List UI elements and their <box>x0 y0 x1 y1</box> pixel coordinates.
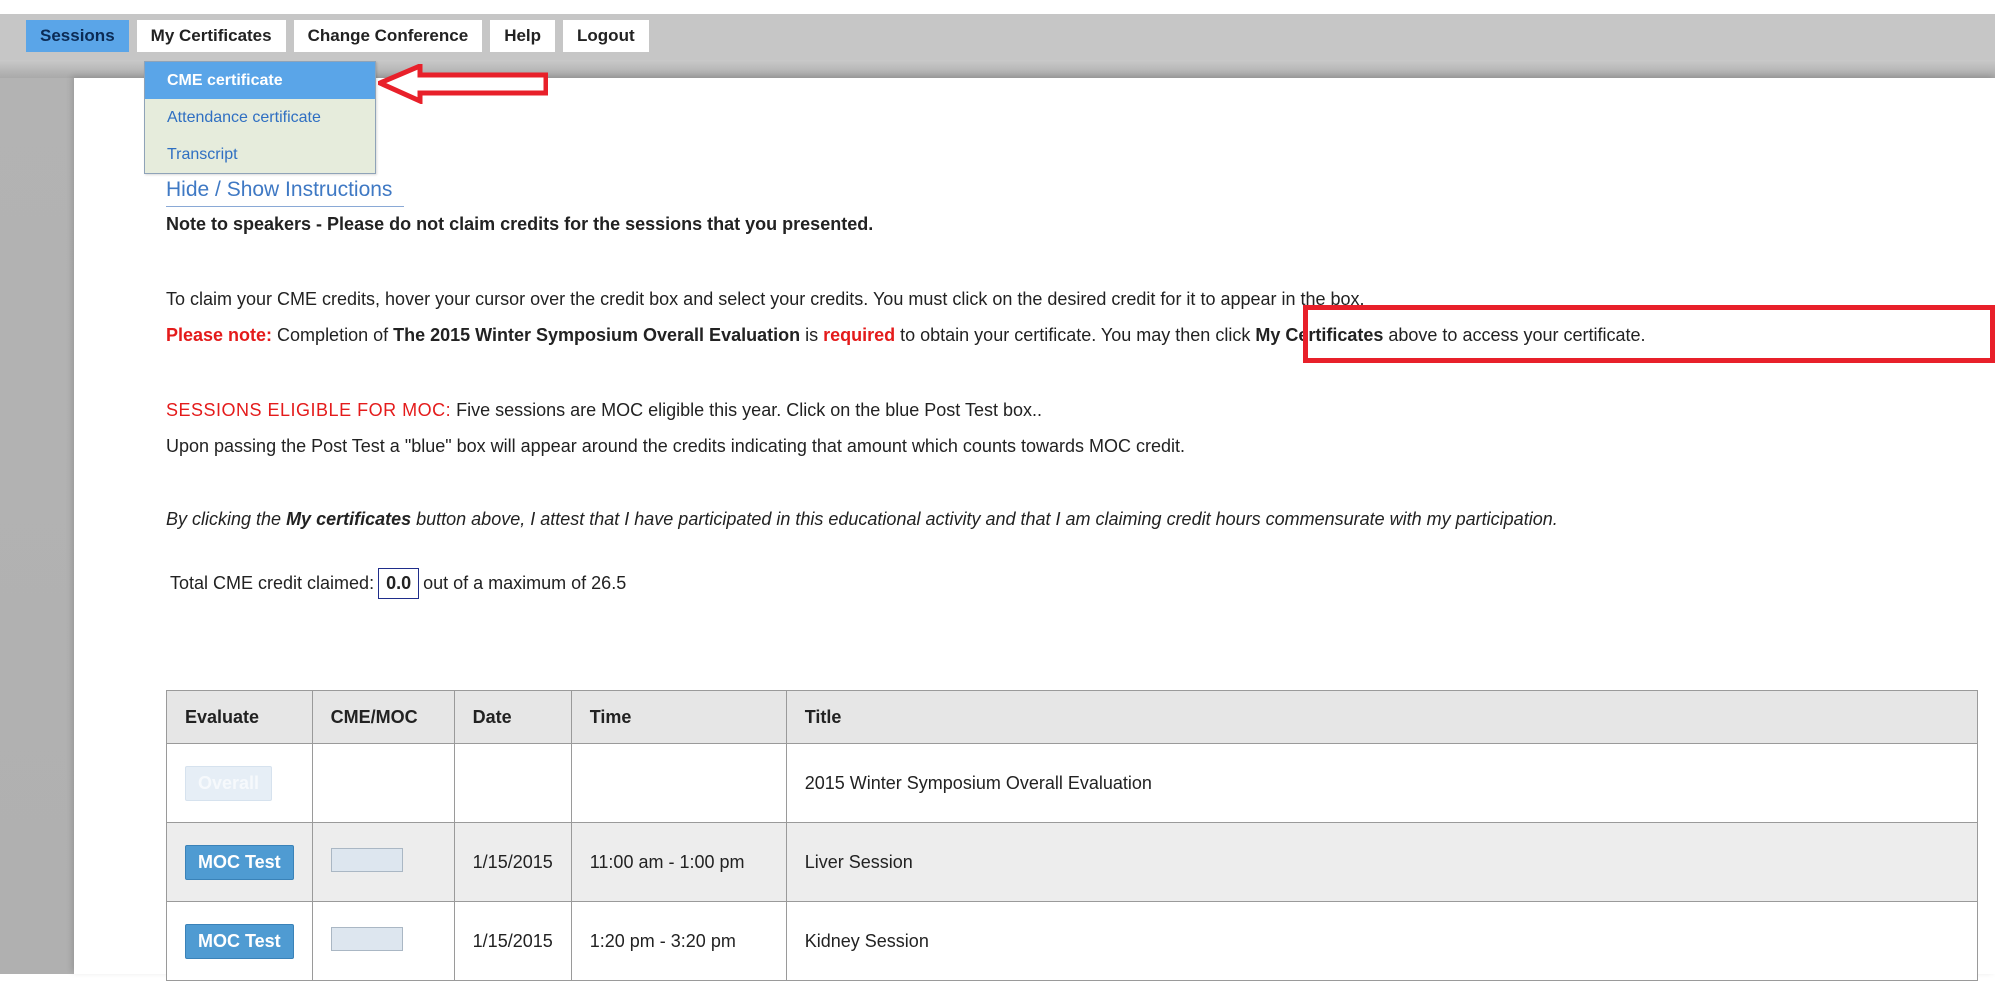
time-cell <box>570 743 787 823</box>
header-date: Date <box>453 690 572 744</box>
please-note-text-1: Completion of <box>272 325 394 345</box>
date-cell: 1/15/2015 <box>453 901 572 981</box>
total-credit-value: 0.0 <box>378 568 420 599</box>
moc-label: SESSIONS ELIGIBLE FOR MOC: <box>166 400 452 420</box>
cme-moc-cell <box>311 743 455 823</box>
title-cell: Kidney Session <box>785 901 1978 981</box>
nav-my-certificates[interactable]: My Certificates <box>136 20 286 52</box>
total-suffix: out of a maximum of 26.5 <box>423 573 627 593</box>
moc-eligible-line: SESSIONS ELIGIBLE FOR MOC: Five sessions… <box>166 400 1042 421</box>
title-cell: Liver Session <box>785 822 1978 902</box>
moc-test-button[interactable]: MOC Test <box>185 923 294 959</box>
table-row: MOC Test 1/15/2015 1:20 pm - 3:20 pm Kid… <box>166 901 1978 981</box>
cme-moc-cell <box>311 822 455 902</box>
sessions-table: Evaluate CME/MOC Date Time Title Overall… <box>166 690 1978 981</box>
total-credit-line: Total CME credit claimed: 0.0 out of a max… <box>170 568 626 599</box>
attest-bold: My certificates <box>286 509 412 529</box>
cme-moc-cell <box>311 901 455 981</box>
evaluate-cell: MOC Test <box>166 901 313 981</box>
table-header-row: Evaluate CME/MOC Date Time Title <box>166 690 1978 744</box>
evaluate-cell: Overall <box>166 743 313 823</box>
menu-item-cme-certificate[interactable]: CME certificate <box>145 62 375 99</box>
header-time: Time <box>570 690 787 744</box>
nav-sessions[interactable]: Sessions <box>26 20 129 52</box>
certificates-dropdown: CME certificate Attendance certificate T… <box>144 61 376 174</box>
credit-select-box[interactable] <box>330 926 403 951</box>
time-cell: 1:20 pm - 3:20 pm <box>570 901 787 981</box>
date-cell <box>453 743 572 823</box>
claim-instructions: To claim your CME credits, hover your cu… <box>166 289 1365 309</box>
header-title: Title <box>785 690 1978 744</box>
please-note-text-2: is <box>800 325 824 345</box>
red-arrow-annotation-icon <box>378 64 548 104</box>
time-cell: 11:00 am - 1:00 pm <box>570 822 787 902</box>
overall-evaluation-button[interactable]: Overall <box>185 765 273 801</box>
attestation-text: By clicking the My certificates button a… <box>166 509 1558 530</box>
table-row: Overall 2015 Winter Symposium Overall Ev… <box>166 743 1978 823</box>
please-note-label: Please note: <box>166 325 273 345</box>
nav-change-conference[interactable]: Change Conference <box>293 20 483 52</box>
top-edge <box>0 0 1995 14</box>
credit-select-box[interactable] <box>330 847 403 872</box>
evaluate-cell: MOC Test <box>166 822 313 902</box>
header-evaluate: Evaluate <box>166 690 313 744</box>
please-note-text-3: to obtain your certificate. <box>895 325 1101 345</box>
red-highlight-annotation <box>1303 305 1995 363</box>
top-nav: Sessions My Certificates Change Conferen… <box>26 20 649 52</box>
nav-help[interactable]: Help <box>490 20 556 52</box>
table-row: MOC Test 1/15/2015 11:00 am - 1:00 pm Li… <box>166 822 1978 902</box>
hide-show-instructions-link[interactable]: Hide / Show Instructions <box>166 178 392 202</box>
moc-test-button[interactable]: MOC Test <box>185 844 294 880</box>
menu-item-transcript[interactable]: Transcript <box>145 136 375 173</box>
attest-text-1: By clicking the <box>166 509 287 529</box>
menu-item-attendance-certificate[interactable]: Attendance certificate <box>145 99 375 136</box>
nav-logout[interactable]: Logout <box>563 20 649 52</box>
note-to-speakers: Note to speakers - Please do not claim c… <box>166 214 874 234</box>
title-cell: 2015 Winter Symposium Overall Evaluation <box>785 743 1978 823</box>
header-cme-moc: CME/MOC <box>311 690 455 744</box>
please-note-text-4: You may then click <box>1100 325 1256 345</box>
toggle-underline <box>166 206 404 207</box>
total-label: Total CME credit claimed: <box>170 573 375 593</box>
attest-text-2: button above, I attest that I have parti… <box>411 509 1558 529</box>
evaluation-name: The 2015 Winter Symposium Overall Evalua… <box>393 325 801 345</box>
required-text: required <box>823 325 896 345</box>
date-cell: 1/15/2015 <box>453 822 572 902</box>
moc-text: Five sessions are MOC eligible this year… <box>451 400 1043 420</box>
moc-post-test-line: Upon passing the Post Test a "blue" box … <box>166 436 1185 456</box>
